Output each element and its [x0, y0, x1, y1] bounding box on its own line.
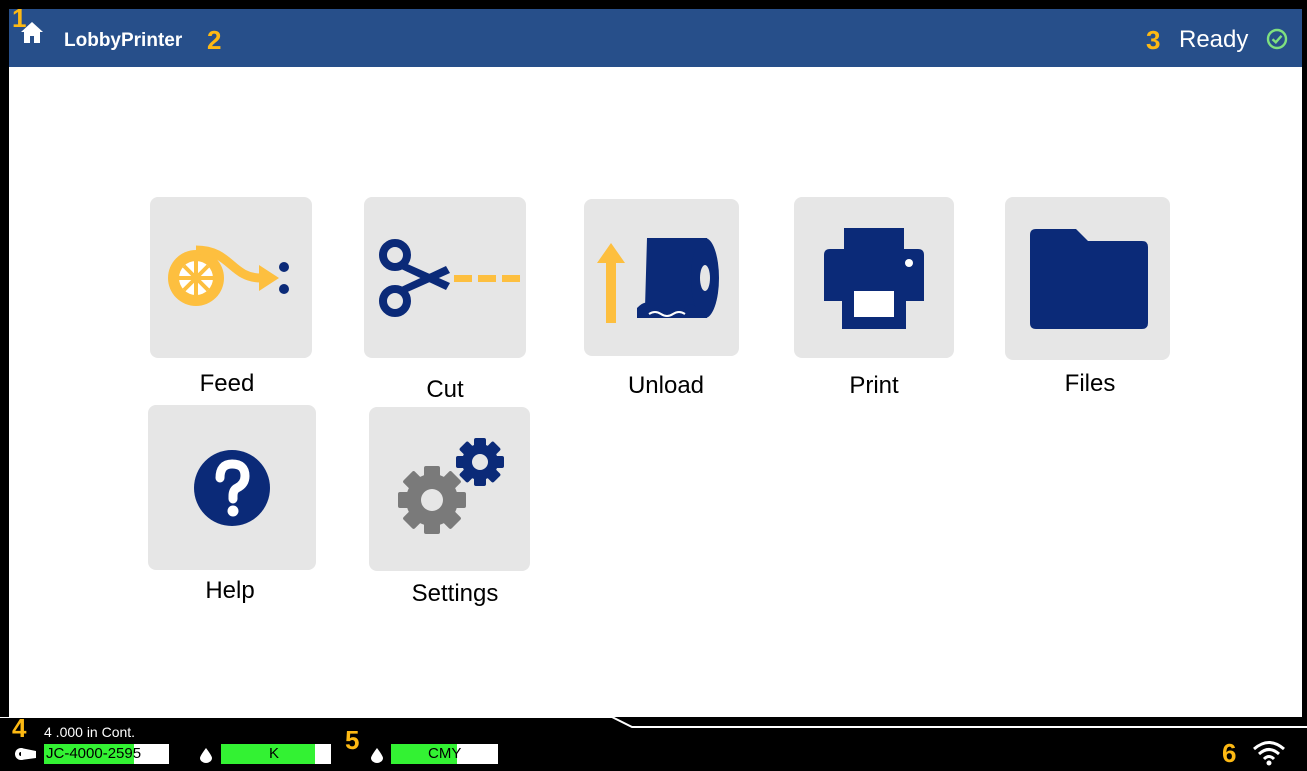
feed-label: Feed: [199, 370, 255, 397]
feed-button[interactable]: [150, 197, 312, 358]
ink-level-k[interactable]: K: [221, 744, 331, 764]
gears-icon: [397, 438, 504, 534]
callout-6: 6: [1222, 738, 1237, 768]
ink-level-cmy[interactable]: CMY: [391, 744, 498, 764]
printer-status: Ready: [1179, 26, 1249, 53]
ink-cmy-label: CMY: [428, 745, 462, 762]
media-length: 4 .000 in Cont.: [44, 724, 136, 740]
ready-check-icon: [1266, 28, 1288, 50]
print-label: Print: [849, 372, 899, 399]
printer-home-screen: LobbyPrinter Ready Feed Cut Unload Print…: [0, 0, 1307, 771]
callout-1: 1: [12, 3, 27, 33]
printer-name: LobbyPrinter: [64, 30, 183, 51]
cut-label: Cut: [426, 376, 464, 403]
scissors-icon: [379, 238, 520, 317]
ink-k-label: K: [269, 745, 280, 762]
label-part-indicator[interactable]: JC-4000-2595: [44, 744, 169, 764]
printer-icon: [824, 227, 924, 329]
callout-5: 5: [345, 725, 360, 755]
ink-drop-icon: [200, 748, 212, 763]
label-part-number: JC-4000-2595: [46, 745, 142, 762]
feed-icon: [168, 245, 289, 306]
callout-3: 3: [1146, 25, 1161, 55]
wifi-icon[interactable]: [1252, 740, 1286, 766]
unload-icon: [596, 237, 719, 323]
unload-button[interactable]: [584, 199, 739, 356]
folder-icon: [1029, 228, 1148, 329]
settings-label: Settings: [411, 580, 499, 607]
ink-drop-icon: [371, 748, 383, 763]
print-button[interactable]: [794, 197, 954, 358]
settings-button[interactable]: [369, 407, 530, 571]
help-label: Help: [205, 577, 255, 604]
title-bar: [9, 9, 1302, 67]
files-button[interactable]: [1005, 197, 1170, 360]
files-label: Files: [1064, 370, 1116, 397]
label-roll-icon: [15, 748, 36, 760]
callout-2: 2: [207, 25, 222, 55]
cut-button[interactable]: [364, 197, 526, 358]
unload-label: Unload: [627, 372, 705, 399]
status-bar: [0, 717, 1307, 771]
help-button[interactable]: [148, 405, 316, 570]
callout-4: 4: [12, 713, 27, 743]
help-icon: [194, 449, 270, 526]
